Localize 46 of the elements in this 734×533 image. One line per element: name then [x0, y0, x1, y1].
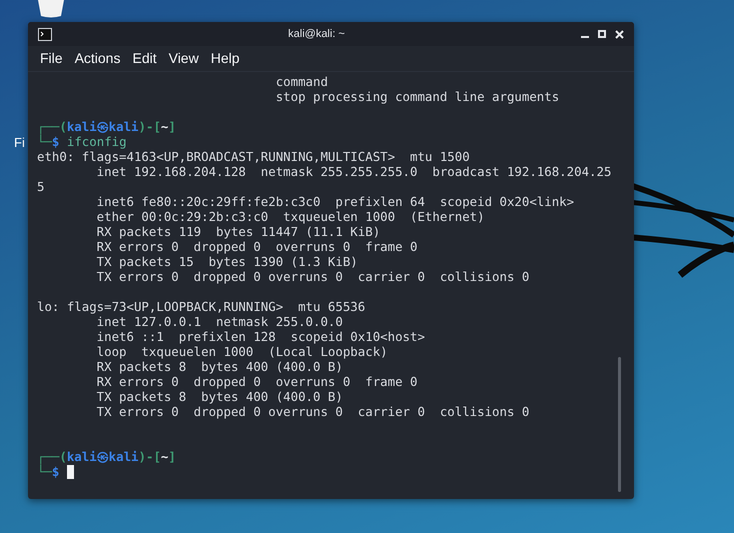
prompt-text: $	[52, 134, 60, 149]
menu-item[interactable]: Edit	[132, 48, 157, 69]
output-line: lo: flags=73<UP,LOOPBACK,RUNNING> mtu 65536	[37, 299, 366, 314]
prompt-text: )-[	[138, 119, 161, 134]
output-line: TX packets 15 bytes 1390 (1.3 KiB)	[96, 254, 358, 269]
prompt-text: ~	[160, 119, 168, 134]
output-line: TX packets 8 bytes 400 (400.0 B)	[96, 389, 343, 404]
scrollbar-thumb[interactable]	[618, 357, 621, 492]
trash-icon	[37, 0, 65, 18]
command-text: ifconfig	[66, 134, 127, 149]
prompt-text: ~	[160, 449, 168, 464]
output-line: loop txqueuelen 1000 (Local Loopback)	[96, 344, 388, 359]
output-line: command	[274, 74, 328, 89]
menu-item[interactable]: File	[40, 48, 63, 69]
prompt-text: )-[	[138, 449, 161, 464]
menu-item[interactable]: Actions	[74, 48, 120, 69]
menu-item[interactable]: View	[168, 48, 199, 69]
output-line: TX errors 0 dropped 0 overruns 0 carrier 0 collisions 0	[96, 404, 530, 419]
window-title: kali@kali: ~	[288, 26, 345, 42]
prompt-text: ┌──(	[37, 449, 67, 464]
output-line: inet6 ::1 prefixlen 128 scopeid 0x10<host>	[96, 329, 425, 344]
output-line: inet6 fe80::20c:29ff:fe2b:c3c0 prefixlen 64 scopeid 0x20<link>	[96, 194, 574, 209]
prompt-text: ┌──(	[37, 119, 67, 134]
prompt-text: kali㉿kali	[66, 119, 139, 134]
menu-item[interactable]: Help	[210, 48, 240, 69]
output-line: TX errors 0 dropped 0 overruns 0 carrier 0 collisions 0	[96, 269, 530, 284]
output-line: eth0: flags=4163<UP,BROADCAST,RUNNING,MULTICAST> mtu 1500	[37, 149, 470, 164]
output-line: RX packets 119 bytes 11447 (11.1 KiB)	[96, 224, 380, 239]
output-line: RX errors 0 dropped 0 overruns 0 frame 0	[96, 239, 418, 254]
desktop-icon-label[interactable]: Fi	[14, 133, 25, 152]
prompt-text: ]	[168, 449, 176, 464]
prompt-text: ]	[168, 119, 176, 134]
close-icon[interactable]	[615, 30, 624, 38]
output-line: 5	[37, 179, 44, 194]
output-line: stop processing command line arguments	[274, 89, 560, 104]
prompt-text: kali㉿kali	[66, 449, 139, 464]
output-line: RX errors 0 dropped 0 overruns 0 frame 0	[96, 374, 418, 389]
maximize-icon[interactable]	[598, 30, 606, 38]
prompt-text: $	[52, 464, 60, 479]
terminal-icon	[38, 28, 52, 40]
output-line: ether 00:0c:29:2b:c3:c0 txqueuelen 1000 (Ethernet)	[96, 209, 485, 224]
prompt-text: └─	[37, 134, 52, 149]
output-line: RX packets 8 bytes 400 (400.0 B)	[96, 359, 343, 374]
output-line: inet 192.168.204.128 netmask 255.255.255.0 broadcast 192.168.204.25	[96, 164, 612, 179]
output-line: inet 127.0.0.1 netmask 255.0.0.0	[96, 314, 343, 329]
prompt-text: └─	[37, 464, 52, 479]
